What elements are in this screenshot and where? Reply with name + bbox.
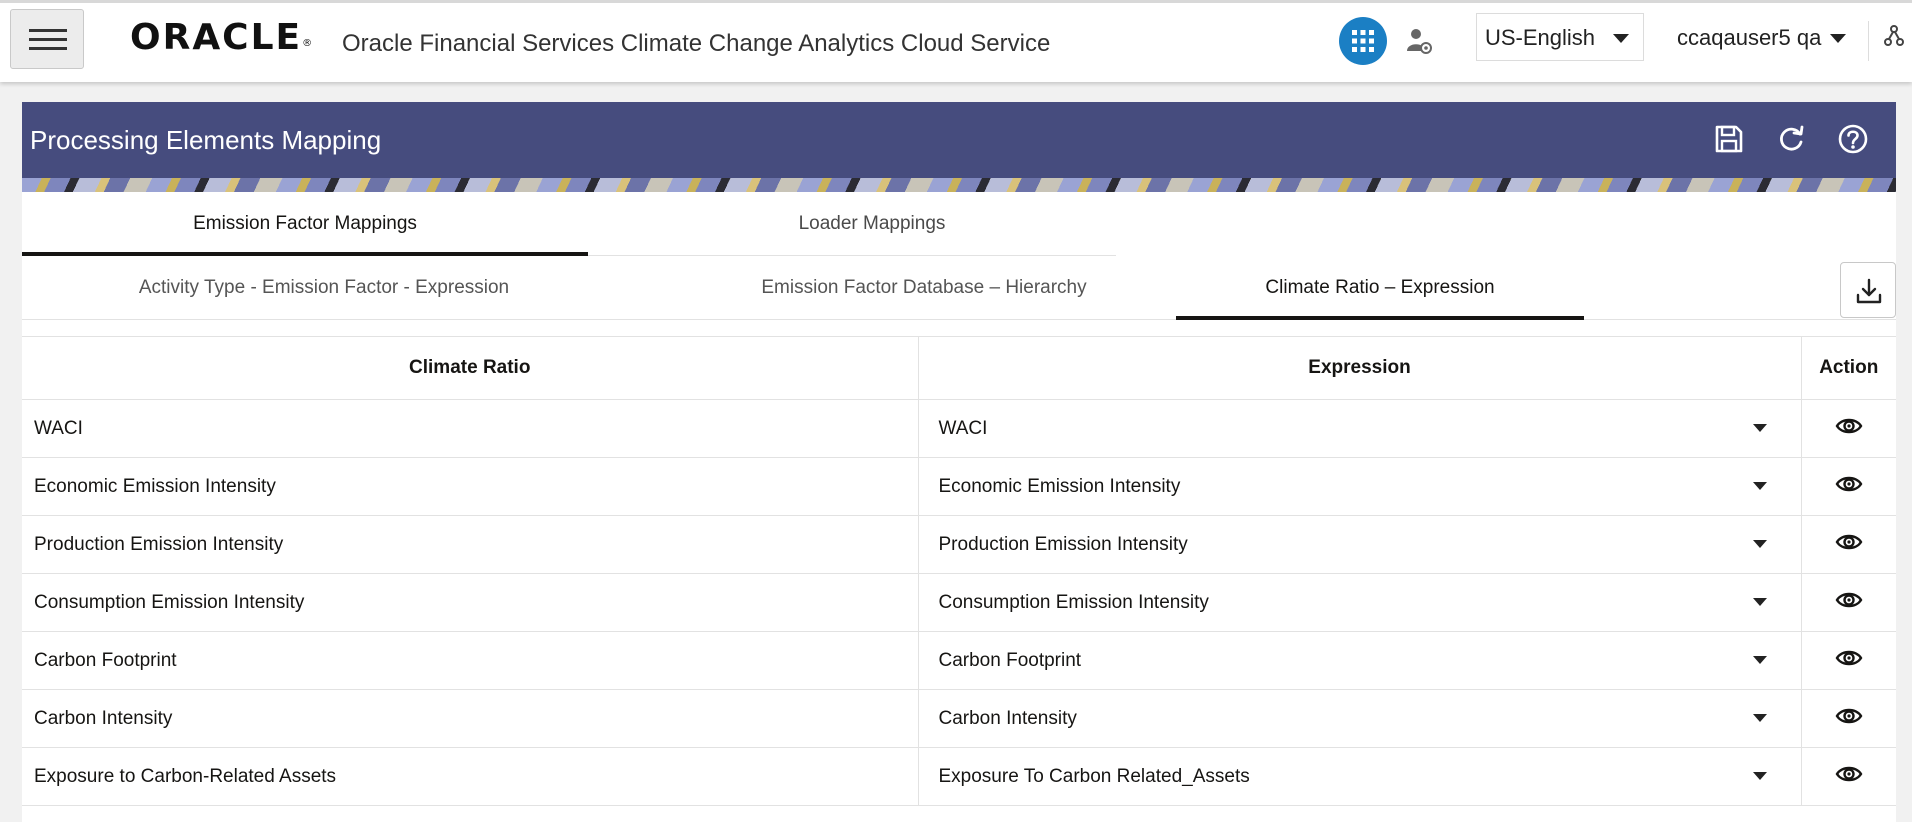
action-cell <box>1801 631 1896 690</box>
expression-value: Consumption Emission Intensity <box>938 591 1209 613</box>
view-icon[interactable] <box>1835 418 1863 441</box>
view-icon[interactable] <box>1835 476 1863 499</box>
save-icon[interactable] <box>1712 122 1746 156</box>
expression-select[interactable]: Consumption Emission Intensity <box>918 573 1802 632</box>
user-name: ccaqauser5 qa <box>1677 25 1822 50</box>
view-icon[interactable] <box>1835 766 1863 789</box>
expression-select[interactable]: Carbon Intensity <box>918 689 1802 748</box>
view-icon[interactable] <box>1835 534 1863 557</box>
oracle-logo: ORACLE® <box>130 17 315 58</box>
table-header-row: Climate Ratio Expression Action <box>22 337 1896 400</box>
climate-ratio-cell: Production Emission Intensity <box>22 515 919 574</box>
table-row: Consumption Emission Intensity Consumptio… <box>22 573 1896 632</box>
app-title: Oracle Financial Services Climate Change… <box>342 30 1051 57</box>
expression-value: Production Emission Intensity <box>938 533 1188 555</box>
action-cell <box>1801 689 1896 748</box>
tab-label: Activity Type - Emission Factor - Expres… <box>138 277 510 298</box>
expression-value: WACI <box>938 417 988 439</box>
chevron-down-icon <box>1830 34 1846 43</box>
tab-label: Emission Factor Mappings <box>193 213 417 234</box>
climate-ratio-cell: WACI <box>22 399 919 458</box>
view-icon[interactable] <box>1835 592 1863 615</box>
user-admin-icon[interactable] <box>1405 27 1433 60</box>
chevron-down-icon[interactable] <box>1752 424 1767 432</box>
table-row: Carbon Intensity Carbon Intensity <box>22 689 1896 748</box>
expression-select[interactable]: Production Emission Intensity <box>918 515 1802 574</box>
download-icon <box>1856 278 1882 304</box>
chevron-down-icon[interactable] <box>1752 540 1767 548</box>
secondary-tabs: Activity Type - Emission Factor - Expres… <box>22 256 1896 320</box>
chevron-down-icon <box>1613 34 1629 43</box>
climate-ratio-cell: Exposure to Carbon-Related Assets <box>22 747 919 806</box>
column-header-action: Action <box>1801 337 1896 400</box>
climate-ratio-cell: Carbon Intensity <box>22 689 919 748</box>
tab-activity-type-emission-factor-expression[interactable]: Activity Type - Emission Factor - Expres… <box>22 256 626 320</box>
refresh-icon[interactable] <box>1774 122 1808 156</box>
column-header-climate-ratio[interactable]: Climate Ratio <box>22 337 919 400</box>
page-title: Processing Elements Mapping <box>30 125 382 155</box>
download-button[interactable] <box>1840 262 1896 318</box>
expression-value: Economic Emission Intensity <box>938 475 1181 497</box>
table-row: Production Emission Intensity Production … <box>22 515 1896 574</box>
user-menu[interactable]: ccaqauser5 qa <box>1677 25 1846 55</box>
network-icon[interactable] <box>1884 25 1904 52</box>
action-cell <box>1801 747 1896 806</box>
column-header-expression[interactable]: Expression <box>918 337 1802 400</box>
action-cell <box>1801 457 1896 516</box>
help-icon[interactable] <box>1836 122 1870 156</box>
chevron-down-icon[interactable] <box>1752 714 1767 722</box>
chevron-down-icon[interactable] <box>1752 598 1767 606</box>
expression-value: Carbon Footprint <box>938 649 1082 671</box>
expression-select[interactable]: Exposure To Carbon Related_Assets <box>918 747 1802 806</box>
action-cell <box>1801 399 1896 458</box>
view-icon[interactable] <box>1835 650 1863 673</box>
view-icon[interactable] <box>1835 708 1863 731</box>
expression-value: Carbon Intensity <box>938 707 1077 729</box>
tab-label: Climate Ratio – Expression <box>1265 277 1495 298</box>
divider <box>1868 21 1869 61</box>
tab-climate-ratio-expression[interactable]: Climate Ratio – Expression <box>1176 256 1584 320</box>
table-row: Economic Emission Intensity Economic Emis… <box>22 457 1896 516</box>
climate-ratio-cell: Consumption Emission Intensity <box>22 573 919 632</box>
expression-select[interactable]: WACI <box>918 399 1802 458</box>
tab-loader-mappings[interactable]: Loader Mappings <box>588 192 1156 256</box>
processing-elements-panel: Processing Elements Mapping Emission Fac… <box>22 102 1896 822</box>
table-row: Exposure to Carbon-Related Assets Exposur… <box>22 747 1896 806</box>
climate-ratio-table: Climate Ratio Expression Action WACI WACI… <box>22 336 1896 806</box>
tab-emission-factor-mappings[interactable]: Emission Factor Mappings <box>22 192 588 256</box>
expression-select[interactable]: Carbon Footprint <box>918 631 1802 690</box>
language-select[interactable]: US-English <box>1476 13 1644 61</box>
page-banner: Processing Elements Mapping <box>22 102 1896 192</box>
tab-label: Loader Mappings <box>798 213 946 234</box>
expression-value: Exposure To Carbon Related_Assets <box>938 765 1250 787</box>
expression-select[interactable]: Economic Emission Intensity <box>918 457 1802 516</box>
primary-tabs: Emission Factor Mappings Loader Mappings <box>22 192 1116 256</box>
chevron-down-icon[interactable] <box>1752 482 1767 490</box>
table-row: WACI WACI <box>22 399 1896 458</box>
chevron-down-icon[interactable] <box>1752 656 1767 664</box>
climate-ratio-cell: Carbon Footprint <box>22 631 919 690</box>
chevron-down-icon[interactable] <box>1752 772 1767 780</box>
language-select-value: US-English <box>1485 25 1596 50</box>
banner-decorative-strip <box>22 178 1896 192</box>
tab-label: Emission Factor Database – Hierarchy <box>761 277 1087 298</box>
tab-emission-factor-database-hierarchy[interactable]: Emission Factor Database – Hierarchy <box>626 256 1222 320</box>
climate-ratio-cell: Economic Emission Intensity <box>22 457 919 516</box>
action-cell <box>1801 515 1896 574</box>
apps-grid-icon[interactable] <box>1339 17 1387 65</box>
table-row: Carbon Footprint Carbon Footprint <box>22 631 1896 690</box>
top-header: ORACLE® Oracle Financial Services Climat… <box>0 0 1912 82</box>
action-cell <box>1801 573 1896 632</box>
hamburger-menu-icon[interactable] <box>10 9 84 69</box>
